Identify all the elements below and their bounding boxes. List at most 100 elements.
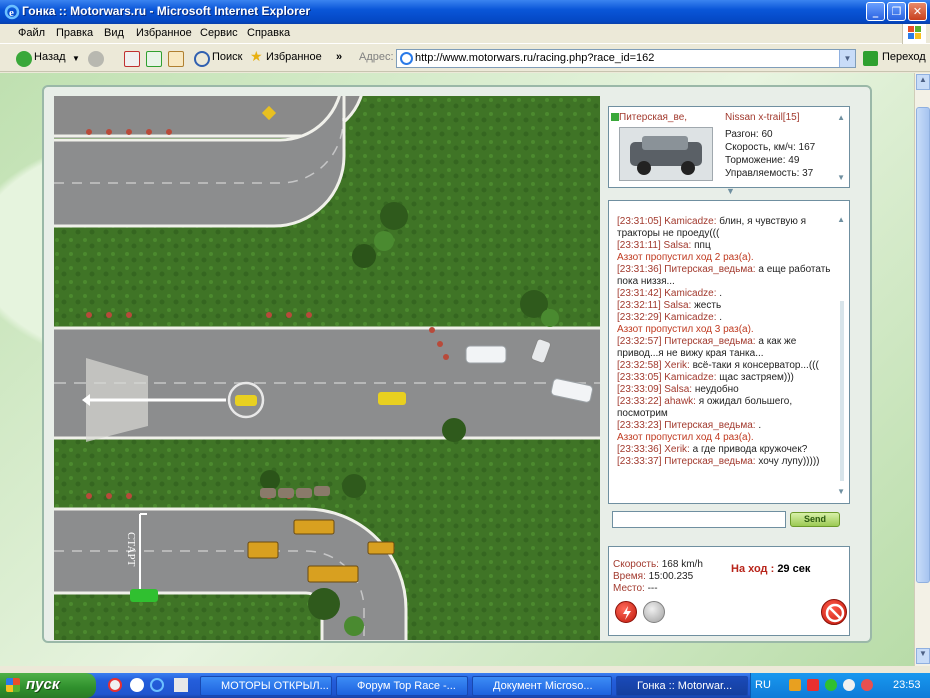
chat-author[interactable]: Kamicadze: xyxy=(664,288,716,299)
car-scroll-up-icon[interactable]: ▲ xyxy=(837,113,845,122)
quicklaunch-icon-1[interactable] xyxy=(108,678,122,692)
go-arrow-icon[interactable] xyxy=(863,51,878,66)
chat-text: . xyxy=(719,312,723,323)
player-name[interactable]: Питерская_ве, xyxy=(619,112,687,123)
chat-box: [23:31:05] Kamicadze: блин, я чувствую я… xyxy=(608,200,850,504)
horn-button[interactable] xyxy=(643,601,665,623)
menu-edit[interactable]: Правка xyxy=(56,27,93,39)
chat-time: [23:32:29] xyxy=(617,312,662,323)
chat-message: [23:33:05] Kamicadze: щас застряем))) xyxy=(617,372,831,384)
track-svg: СТАРТ xyxy=(54,96,600,640)
toolbar: Назад ▼ Поиск ★ Избранное » Адрес: http:… xyxy=(0,45,930,72)
tray-icon-5[interactable] xyxy=(861,679,873,691)
taskbar-item-2[interactable]: Форум Top Race -... xyxy=(336,676,468,696)
favorites-star-icon[interactable]: ★ xyxy=(250,48,263,65)
chat-time: [23:31:05] xyxy=(617,216,662,227)
chat-time: [23:33:37] xyxy=(617,456,662,467)
tray-icon-2[interactable] xyxy=(807,679,819,691)
send-button[interactable]: Send xyxy=(790,512,840,527)
chat-author[interactable]: Kamicadze: xyxy=(664,216,716,227)
toolbar-overflow-icon[interactable]: » xyxy=(336,51,342,63)
scroll-thumb[interactable] xyxy=(916,107,930,583)
chat-text: ппц xyxy=(694,240,711,251)
window-title: Гонка :: Motorwars.ru - Microsoft Intern… xyxy=(22,4,311,18)
favorites-button[interactable]: Избранное xyxy=(266,51,322,63)
car-scroll-down-icon[interactable]: ▼ xyxy=(837,173,845,182)
tray-icon-3[interactable] xyxy=(825,679,837,691)
quit-race-button[interactable] xyxy=(821,599,847,625)
chat-text: жесть xyxy=(694,300,722,311)
chat-author[interactable]: ahawk: xyxy=(664,396,696,407)
chat-time: [23:33:09] xyxy=(617,384,662,395)
chat-time: [23:32:57] xyxy=(617,336,662,347)
back-button[interactable]: Назад xyxy=(34,51,66,63)
chat-text: . xyxy=(719,288,723,299)
chat-author[interactable]: Питерская_ведьма: xyxy=(664,456,755,467)
menu-bar: Файл Правка Вид Избранное Сервис Справка xyxy=(0,24,930,44)
chat-author[interactable]: Salsa: xyxy=(664,240,692,251)
chat-author[interactable]: Kamicadze: xyxy=(664,372,716,383)
chat-author[interactable]: Питерская_ведьма: xyxy=(664,336,755,347)
search-icon[interactable] xyxy=(194,51,210,67)
chat-author[interactable]: Питерская_ведьма: xyxy=(664,420,755,431)
speed-value: 168 km/h xyxy=(661,559,703,570)
back-arrow-icon[interactable] xyxy=(16,51,32,67)
stop-icon[interactable] xyxy=(124,51,140,67)
forward-arrow-icon[interactable] xyxy=(88,51,104,67)
page-scrollbar[interactable]: ▲ ▼ xyxy=(914,73,930,666)
chat-message: [23:32:29] Kamicadze: . xyxy=(617,312,831,324)
chat-author[interactable]: Kamicadze: xyxy=(664,312,716,323)
nitro-button[interactable] xyxy=(615,601,637,623)
taskbar-item-4-active[interactable]: Гонка :: Motorwar... xyxy=(616,676,748,696)
maximize-button[interactable]: ❐ xyxy=(887,2,906,21)
tray-icon-1[interactable] xyxy=(789,679,801,691)
chat-author[interactable]: Salsa: xyxy=(664,384,692,395)
van-obstacle xyxy=(465,345,507,364)
close-button[interactable]: ✕ xyxy=(908,2,927,21)
back-dropdown-icon[interactable]: ▼ xyxy=(72,54,80,63)
quicklaunch-icon-2[interactable] xyxy=(130,678,144,692)
chat-text: хочу лупу))))) xyxy=(758,456,820,467)
menu-favorites[interactable]: Избранное xyxy=(136,27,192,39)
go-button[interactable]: Переход xyxy=(882,51,926,63)
collapse-icon[interactable]: ▼ xyxy=(726,186,735,196)
menu-view[interactable]: Вид xyxy=(104,27,124,39)
race-map[interactable]: СТАРТ xyxy=(54,96,600,640)
chat-author[interactable]: Xerik: xyxy=(664,444,690,455)
chat-author[interactable]: Xerik: xyxy=(664,360,690,371)
chat-time: [23:32:11] xyxy=(617,300,661,311)
home-icon[interactable] xyxy=(168,51,184,67)
menu-help[interactable]: Справка xyxy=(247,27,290,39)
search-button[interactable]: Поиск xyxy=(212,51,242,63)
chat-input[interactable] xyxy=(612,511,786,528)
chat-author[interactable]: Питерская_ведьма: xyxy=(664,264,755,275)
chat-scroll-up-icon[interactable]: ▲ xyxy=(837,215,845,224)
chat-scroll-down-icon[interactable]: ▼ xyxy=(837,487,845,496)
quicklaunch-icon-4[interactable] xyxy=(174,678,188,692)
address-dropdown-icon[interactable]: ▼ xyxy=(839,50,855,67)
time-value: 15:00.235 xyxy=(648,571,694,582)
quicklaunch-ie-icon[interactable] xyxy=(150,678,164,692)
taskbar-item-3[interactable]: Документ Microso... xyxy=(472,676,612,696)
scroll-up-icon[interactable]: ▲ xyxy=(916,74,930,90)
windows-flag-icon xyxy=(6,678,20,692)
refresh-icon[interactable] xyxy=(146,51,162,67)
scroll-down-icon[interactable]: ▼ xyxy=(916,648,930,664)
chat-time: [23:31:42] xyxy=(617,288,662,299)
chat-author[interactable]: Salsa: xyxy=(664,300,692,311)
language-indicator[interactable]: RU xyxy=(755,679,771,691)
speed-label: Скорость: xyxy=(613,559,659,570)
address-field[interactable]: http://www.motorwars.ru/racing.php?race_… xyxy=(396,49,856,68)
menu-tools[interactable]: Сервис xyxy=(200,27,238,39)
title-bar[interactable]: e Гонка :: Motorwars.ru - Microsoft Inte… xyxy=(0,0,930,24)
race-stats-box: Скорость: 168 km/h Время: 15:00.235 Мест… xyxy=(608,546,850,636)
tray-icon-4[interactable] xyxy=(843,679,855,691)
player-car[interactable] xyxy=(235,395,257,406)
minimize-button[interactable]: _ xyxy=(866,2,885,21)
taskbar-item-1[interactable]: МОТОРЫ ОТКРЫЛ... xyxy=(200,676,332,696)
menu-file[interactable]: Файл xyxy=(18,27,45,39)
chat-time: [23:31:36] xyxy=(617,264,662,275)
chat-time: [23:33:23] xyxy=(617,420,662,431)
chat-scrollbar[interactable] xyxy=(840,301,844,481)
start-button[interactable]: пуск xyxy=(0,673,96,698)
